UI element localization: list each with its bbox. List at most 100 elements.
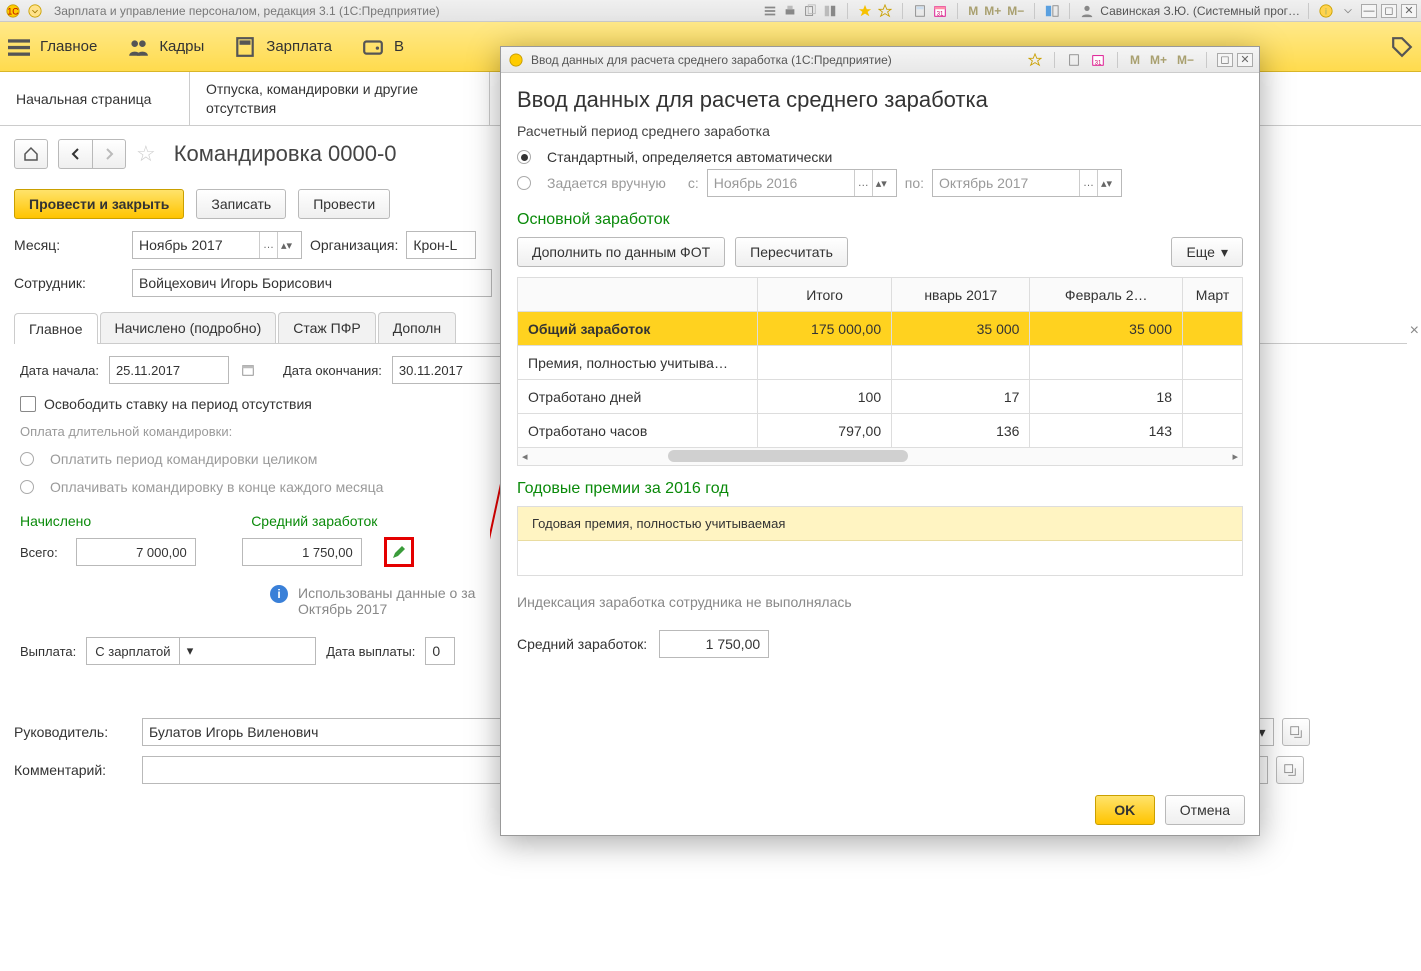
table-hscrollbar[interactable]: ◂ ▸	[517, 448, 1243, 466]
compare-icon[interactable]	[821, 2, 839, 20]
more-button[interactable]: Еще ▾	[1171, 237, 1243, 267]
modal-maximize-button[interactable]: ◻	[1217, 53, 1233, 67]
opt-whole-radio[interactable]	[20, 452, 34, 466]
panels-icon[interactable]	[1043, 2, 1061, 20]
org-field[interactable]: Крон-L	[406, 231, 476, 259]
release-checkbox[interactable]	[20, 396, 36, 412]
date-start-label: Дата начала:	[20, 363, 99, 378]
forward-button[interactable]	[92, 139, 126, 169]
main-earnings-title: Основной заработок	[517, 211, 1243, 229]
back-button[interactable]	[58, 139, 92, 169]
manager-open-button[interactable]	[1282, 718, 1310, 746]
ellipsis-icon[interactable]: …	[259, 232, 277, 258]
user-badge[interactable]: Савинская З.Ю. (Системный прог…	[1078, 2, 1300, 20]
spinner-icon[interactable]: ▴▾	[277, 232, 295, 258]
list-icon[interactable]	[761, 2, 779, 20]
tab-pfr[interactable]: Стаж ПФР	[278, 312, 375, 343]
copy-icon[interactable]	[801, 2, 819, 20]
scroll-thumb[interactable]	[668, 450, 908, 462]
mem-mminus2[interactable]: M−	[1175, 53, 1196, 67]
minimize-button[interactable]: —	[1361, 4, 1377, 18]
star-add-icon[interactable]	[856, 2, 874, 20]
tab-accrued-detail[interactable]: Начислено (подробно)	[100, 312, 277, 343]
table-row[interactable]: Отработано дней 100 17 18	[518, 380, 1243, 414]
nav-salary[interactable]: Зарплата	[234, 36, 332, 58]
avg-field[interactable]: 1 750,00	[242, 538, 362, 566]
avg-heading: Средний заработок	[251, 513, 377, 529]
info-icon[interactable]: i	[1317, 2, 1335, 20]
post-button[interactable]: Провести	[298, 189, 390, 219]
tab-main[interactable]: Главное	[14, 313, 98, 344]
calendar-icon[interactable]: 31	[931, 2, 949, 20]
dropdown2-icon[interactable]	[1339, 2, 1357, 20]
star-icon[interactable]	[876, 2, 894, 20]
employee-field[interactable]: Войцехович Игорь Борисович	[132, 269, 492, 297]
col-m2[interactable]: Февраль 2…	[1030, 278, 1183, 312]
pay-date-field[interactable]: 0	[425, 637, 455, 665]
favorite-icon[interactable]: ☆	[136, 141, 156, 167]
fill-button[interactable]: Дополнить по данным ФОТ	[517, 237, 725, 267]
mem-m2[interactable]: M	[1128, 53, 1142, 67]
tab-start-page[interactable]: Начальная страница	[0, 72, 190, 125]
calendar2-icon[interactable]	[239, 361, 257, 379]
post-and-close-button[interactable]: Провести и закрыть	[14, 189, 184, 219]
table-row[interactable]: Отработано часов 797,00 136 143	[518, 414, 1243, 448]
col-total[interactable]: Итого	[758, 278, 892, 312]
nav-personnel[interactable]: Кадры	[127, 36, 204, 58]
mem-m[interactable]: M	[966, 4, 980, 18]
scroll-right-icon[interactable]: ▸	[1232, 450, 1238, 463]
table-row[interactable]: Премия, полностью учитыва…	[518, 346, 1243, 380]
annual-row[interactable]: Годовая премия, полностью учитываемая	[518, 507, 1242, 541]
date-start-field[interactable]: 25.11.2017	[109, 356, 229, 384]
radio-manual[interactable]	[517, 176, 531, 190]
maximize-button[interactable]: ◻	[1381, 4, 1397, 18]
print-icon[interactable]	[781, 2, 799, 20]
save-button[interactable]: Записать	[196, 189, 286, 219]
pay-label: Выплата:	[20, 644, 76, 659]
col-m1[interactable]: нварь 2017	[892, 278, 1030, 312]
table-row[interactable]: Общий заработок 175 000,00 35 000 35 000	[518, 312, 1243, 346]
col-m3[interactable]: Март	[1183, 278, 1243, 312]
star2-icon[interactable]	[1026, 51, 1044, 69]
close-button[interactable]: ✕	[1401, 4, 1417, 18]
modal-close-button[interactable]: ✕	[1237, 53, 1253, 67]
calculator-icon[interactable]	[911, 2, 929, 20]
nav-label: Главное	[40, 38, 97, 55]
calculator3-icon[interactable]	[1065, 51, 1083, 69]
tab-additional[interactable]: Дополн	[378, 312, 456, 343]
doc-close-icon[interactable]: ×	[1410, 322, 1419, 340]
recalc-button[interactable]: Пересчитать	[735, 237, 848, 267]
chevron-down-icon[interactable]: ▾	[179, 638, 201, 664]
radio-standard[interactable]	[517, 150, 531, 164]
mem-mplus[interactable]: M+	[982, 4, 1003, 18]
cancel-button[interactable]: Отмена	[1165, 795, 1245, 825]
nav-main[interactable]: Главное	[8, 36, 97, 58]
opt-monthly-radio[interactable]	[20, 480, 34, 494]
edit-avg-button[interactable]	[384, 537, 414, 567]
pay-combo[interactable]: С зарплатой ▾	[86, 637, 316, 665]
home-button[interactable]	[14, 139, 48, 169]
modal-avg-field[interactable]: 1 750,00	[659, 630, 769, 658]
responsible-open-button[interactable]	[1276, 756, 1304, 784]
nav-attach[interactable]	[1391, 36, 1413, 58]
svg-text:31: 31	[937, 10, 944, 17]
date-end-field[interactable]: 30.11.2017	[392, 356, 512, 384]
org-label: Организация:	[310, 237, 398, 253]
month-field[interactable]: Ноябрь 2017 …▴▾	[132, 231, 302, 259]
mem-mplus2[interactable]: M+	[1148, 53, 1169, 67]
nav-label: В	[394, 38, 404, 55]
col-name[interactable]	[518, 278, 758, 312]
nav-more[interactable]: В	[362, 36, 404, 58]
range-to-label: по:	[905, 175, 924, 191]
app-logo-icon: 1C	[4, 2, 22, 20]
dropdown-icon[interactable]	[26, 2, 44, 20]
ok-button[interactable]: OK	[1095, 795, 1155, 825]
wallet-icon	[362, 36, 384, 58]
tab-absences[interactable]: Отпуска, командировки и другие отсутстви…	[190, 72, 490, 125]
employee-label: Сотрудник:	[14, 275, 124, 291]
scroll-left-icon[interactable]: ◂	[522, 450, 528, 463]
calendar3-icon[interactable]: 31	[1089, 51, 1107, 69]
total-field[interactable]: 7 000,00	[76, 538, 196, 566]
mem-mminus[interactable]: M−	[1005, 4, 1026, 18]
period-label: Расчетный период среднего заработка	[517, 123, 1243, 139]
